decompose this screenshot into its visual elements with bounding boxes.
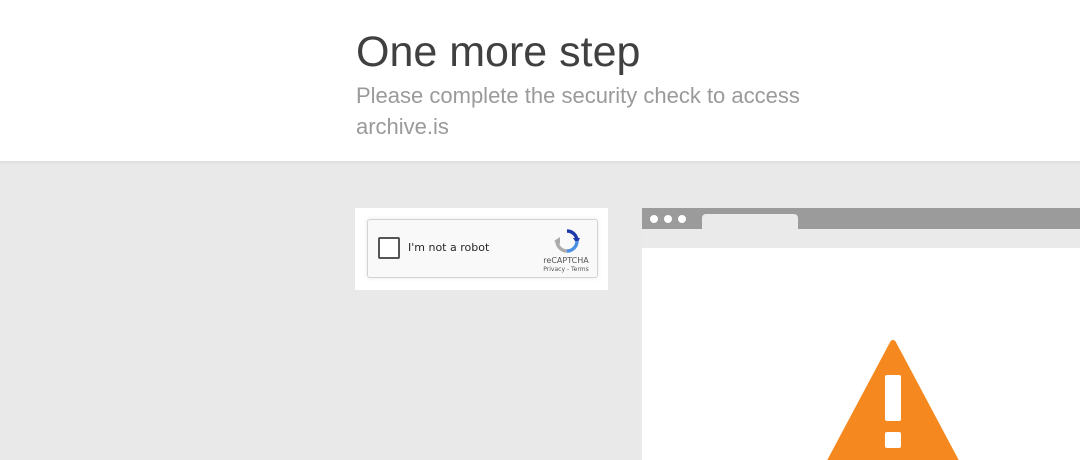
recaptcha-widget: I'm not a robot reCAPTCHA Privacy - Term… [367,219,598,278]
window-dot-icon [650,215,658,223]
page-subtitle: Please complete the security check to ac… [356,83,800,139]
captcha-frame: I'm not a robot reCAPTCHA Privacy - Term… [355,208,608,290]
browser-content [642,248,1080,460]
recaptcha-logo-icon [554,229,580,253]
links-separator: - [566,266,570,273]
browser-tab [702,214,798,229]
privacy-link[interactable]: Privacy [543,266,565,273]
warning-triangle-icon [827,340,959,460]
browser-titlebar [642,208,1080,229]
window-dot-icon [664,215,672,223]
captcha-label: I'm not a robot [408,241,490,254]
browser-illustration [642,208,1080,460]
captcha-checkbox[interactable] [378,237,400,259]
recaptcha-links: Privacy - Terms [534,266,598,273]
window-dot-icon [678,215,686,223]
page-title: One more step [356,28,641,76]
terms-link[interactable]: Terms [571,266,589,273]
recaptcha-brand: reCAPTCHA [543,256,589,265]
page-header: One more step Please complete the securi… [0,0,1080,161]
browser-toolbar [642,229,1080,248]
